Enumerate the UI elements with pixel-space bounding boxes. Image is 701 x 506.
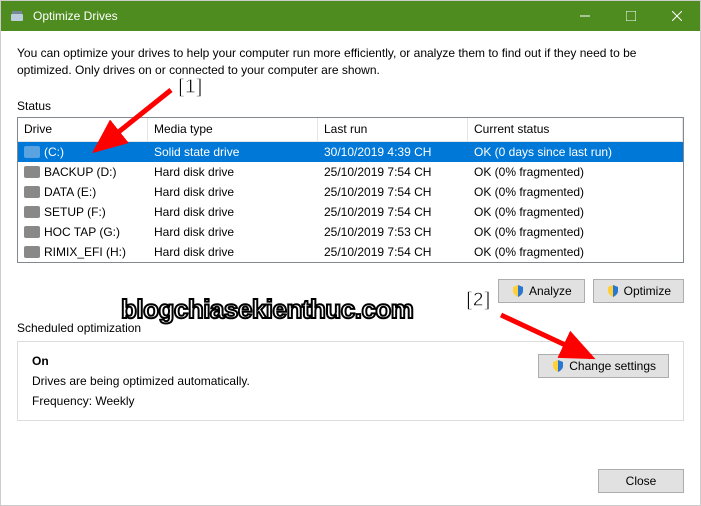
table-row[interactable]: BACKUP (D:) Hard disk drive25/10/2019 7:5… [18, 162, 683, 182]
sched-on: On [32, 354, 538, 368]
drive-last: 25/10/2019 7:54 CH [318, 203, 468, 221]
drive-media: Hard disk drive [148, 223, 318, 241]
col-media[interactable]: Media type [148, 118, 318, 141]
drive-icon [24, 206, 40, 218]
close-window-button[interactable] [654, 1, 700, 31]
col-last[interactable]: Last run [318, 118, 468, 141]
drive-icon [24, 246, 40, 258]
drive-media: Hard disk drive [148, 163, 318, 181]
table-row[interactable]: SETUP (F:) Hard disk drive25/10/2019 7:54… [18, 202, 683, 222]
drive-name: DATA (E:) [44, 185, 96, 199]
table-row[interactable]: DATA (E:) Hard disk drive25/10/2019 7:54 … [18, 182, 683, 202]
close-button[interactable]: Close [598, 469, 684, 493]
drives-table: Drive Media type Last run Current status… [17, 117, 684, 263]
drive-icon [24, 226, 40, 238]
drive-status: OK (0% fragmented) [468, 163, 683, 181]
analyze-label: Analyze [529, 284, 572, 298]
table-row[interactable]: (C:) Solid state drive30/10/2019 4:39 CHO… [18, 142, 683, 162]
drive-name: BACKUP (D:) [44, 165, 116, 179]
drive-icon [24, 146, 40, 158]
drive-name: RIMIX_EFI (H:) [44, 245, 126, 259]
drive-status: OK (0% fragmented) [468, 243, 683, 261]
col-drive[interactable]: Drive [18, 118, 148, 141]
drive-name: HOC TAP (G:) [44, 225, 120, 239]
drive-media: Hard disk drive [148, 243, 318, 261]
shield-icon [551, 359, 565, 373]
titlebar: Optimize Drives [1, 1, 700, 31]
sched-box: On Drives are being optimized automatica… [17, 341, 684, 421]
analyze-button[interactable]: Analyze [498, 279, 585, 303]
drive-status: OK (0% fragmented) [468, 183, 683, 201]
window-title: Optimize Drives [33, 9, 562, 23]
drive-name: (C:) [44, 145, 64, 159]
drive-icon [24, 186, 40, 198]
drive-media: Solid state drive [148, 143, 318, 161]
sched-label: Scheduled optimization [17, 321, 684, 335]
minimize-button[interactable] [562, 1, 608, 31]
optimize-button[interactable]: Optimize [593, 279, 684, 303]
description-text: You can optimize your drives to help you… [17, 45, 684, 79]
drive-status: OK (0 days since last run) [468, 143, 683, 161]
drive-status: OK (0% fragmented) [468, 223, 683, 241]
drive-icon [24, 166, 40, 178]
maximize-button[interactable] [608, 1, 654, 31]
drive-last: 25/10/2019 7:53 CH [318, 223, 468, 241]
drive-status: OK (0% fragmented) [468, 203, 683, 221]
optimize-label: Optimize [624, 284, 671, 298]
table-header: Drive Media type Last run Current status [18, 118, 683, 142]
status-label: Status [17, 99, 684, 113]
drive-name: SETUP (F:) [44, 205, 106, 219]
drive-media: Hard disk drive [148, 183, 318, 201]
drive-last: 25/10/2019 7:54 CH [318, 183, 468, 201]
drive-last: 30/10/2019 4:39 CH [318, 143, 468, 161]
sched-desc: Drives are being optimized automatically… [32, 374, 538, 388]
drive-last: 25/10/2019 7:54 CH [318, 243, 468, 261]
sched-freq: Frequency: Weekly [32, 394, 538, 408]
col-status[interactable]: Current status [468, 118, 683, 141]
shield-icon [606, 284, 620, 298]
table-row[interactable]: RIMIX_EFI (H:) Hard disk drive25/10/2019 … [18, 242, 683, 262]
change-settings-button[interactable]: Change settings [538, 354, 669, 378]
shield-icon [511, 284, 525, 298]
table-row[interactable]: HOC TAP (G:) Hard disk drive25/10/2019 7:… [18, 222, 683, 242]
drive-last: 25/10/2019 7:54 CH [318, 163, 468, 181]
drive-media: Hard disk drive [148, 203, 318, 221]
change-label: Change settings [569, 359, 656, 373]
app-icon [9, 8, 25, 24]
